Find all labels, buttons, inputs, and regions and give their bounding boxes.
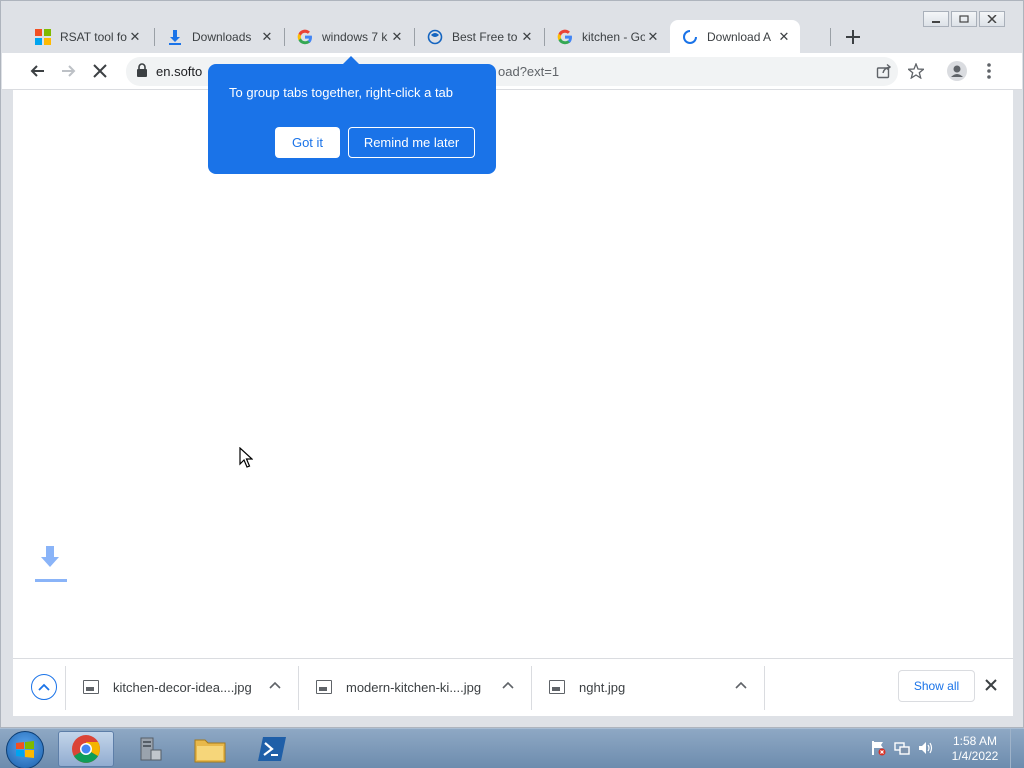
chevron-up-icon[interactable]	[502, 678, 514, 692]
share-button[interactable]	[870, 57, 898, 85]
bubble-message: To group tabs together, right-click a ta…	[229, 85, 454, 100]
softonic-icon	[427, 29, 443, 45]
kebab-menu-icon	[987, 63, 991, 79]
url-host: en.softo	[156, 64, 203, 79]
show-all-button[interactable]: Show all	[898, 670, 975, 702]
close-icon[interactable]: ✕	[776, 29, 792, 45]
taskbar-chrome[interactable]	[58, 731, 114, 767]
got-it-button[interactable]: Got it	[275, 127, 340, 158]
tab-kitchen-search[interactable]: kitchen - Go ✕	[545, 20, 669, 53]
shelf-toggle-button[interactable]	[31, 674, 57, 700]
close-icon[interactable]: ✕	[127, 29, 143, 45]
download-item-1[interactable]: kitchen-decor-idea....jpg	[83, 675, 303, 699]
image-file-icon	[83, 680, 99, 694]
browser-toolbar: en.softo oad?ext=1	[2, 53, 1022, 90]
url-path: oad?ext=1	[498, 64, 560, 79]
tab-strip: RSAT tool fo ✕ Downloads ✕ windows 7 k ✕…	[1, 1, 1023, 53]
download-filename: nght.jpg	[579, 679, 626, 695]
taskbar-server-manager[interactable]	[120, 731, 176, 767]
avatar-icon	[947, 61, 967, 81]
close-shelf-button[interactable]	[985, 676, 997, 696]
image-file-icon	[549, 680, 565, 694]
tab-title: Best Free to	[452, 29, 518, 44]
back-arrow-icon	[30, 65, 44, 77]
remind-later-button[interactable]: Remind me later	[348, 127, 475, 158]
lock-icon[interactable]	[136, 63, 148, 80]
system-clock[interactable]: 1:58 AM 1/4/2022	[940, 734, 1010, 764]
chevron-up-icon[interactable]	[269, 678, 281, 692]
image-file-icon	[316, 680, 332, 694]
chrome-icon	[72, 735, 100, 763]
tab-title: Download A	[707, 29, 772, 44]
plus-icon	[846, 30, 860, 44]
download-shelf: kitchen-decor-idea....jpg modern-kitchen…	[13, 658, 1013, 716]
server-manager-icon	[140, 737, 162, 761]
download-item-3[interactable]: nght.jpg	[549, 675, 769, 699]
google-icon	[297, 29, 313, 45]
tab-title: RSAT tool fo	[60, 29, 127, 44]
browser-window: RSAT tool fo ✕ Downloads ✕ windows 7 k ✕…	[0, 0, 1024, 728]
clock-time: 1:58 AM	[952, 734, 998, 748]
microsoft-icon	[35, 28, 51, 45]
close-icon	[985, 679, 997, 691]
close-icon[interactable]: ✕	[389, 29, 405, 45]
page-content	[13, 90, 1013, 658]
download-filename: modern-kitchen-ki....jpg	[346, 679, 482, 695]
share-icon	[876, 63, 892, 79]
stop-x-icon	[93, 64, 107, 78]
tab-windows7-search[interactable]: windows 7 k ✕	[285, 20, 413, 53]
chevron-up-icon[interactable]	[735, 678, 747, 692]
tab-title: windows 7 k	[322, 29, 388, 44]
tab-groups-tip-bubble: To group tabs together, right-click a ta…	[208, 56, 496, 174]
close-icon[interactable]: ✕	[519, 29, 535, 45]
bubble-arrow	[343, 56, 359, 64]
tab-download-active[interactable]: Download A ✕	[670, 20, 800, 53]
mouse-cursor-icon	[239, 446, 254, 472]
tab-title: Downloads	[192, 29, 252, 44]
tab-downloads[interactable]: Downloads ✕	[155, 20, 283, 53]
tab-best-free[interactable]: Best Free to ✕	[415, 20, 543, 53]
start-button[interactable]	[6, 731, 44, 768]
download-icon	[167, 29, 183, 45]
download-arrow-icon	[35, 546, 67, 586]
taskbar-powershell[interactable]	[244, 731, 300, 767]
tab-rsat[interactable]: RSAT tool fo ✕	[23, 20, 151, 53]
network-icon[interactable]	[894, 740, 910, 759]
google-icon	[557, 29, 573, 45]
menu-button[interactable]	[975, 57, 1003, 85]
download-filename: kitchen-decor-idea....jpg	[113, 679, 252, 695]
action-center-flag-icon[interactable]	[870, 740, 886, 759]
back-button[interactable]	[23, 57, 51, 85]
clock-date: 1/4/2022	[951, 749, 999, 763]
forward-arrow-icon	[62, 65, 76, 77]
close-icon[interactable]: ✕	[645, 29, 661, 45]
folder-icon	[194, 739, 226, 763]
volume-icon[interactable]	[918, 740, 934, 759]
chevron-up-icon	[38, 683, 50, 691]
tab-title: kitchen - Go	[582, 29, 645, 44]
stop-button[interactable]	[86, 57, 114, 85]
profile-button[interactable]	[943, 57, 971, 85]
system-tray: 1:58 AM 1/4/2022	[870, 729, 1024, 768]
show-desktop-button[interactable]	[1010, 729, 1024, 768]
bookmark-button[interactable]	[902, 57, 930, 85]
taskbar: 1:58 AM 1/4/2022	[0, 728, 1024, 768]
loading-spinner-icon	[682, 29, 698, 45]
close-icon[interactable]: ✕	[259, 29, 275, 45]
taskbar-explorer[interactable]	[182, 731, 238, 767]
download-item-2[interactable]: modern-kitchen-ki....jpg	[316, 675, 536, 699]
powershell-icon	[258, 737, 286, 761]
star-icon	[908, 63, 924, 79]
forward-button[interactable]	[55, 57, 83, 85]
new-tab-button[interactable]	[841, 25, 865, 49]
windows-logo-icon	[16, 741, 34, 758]
